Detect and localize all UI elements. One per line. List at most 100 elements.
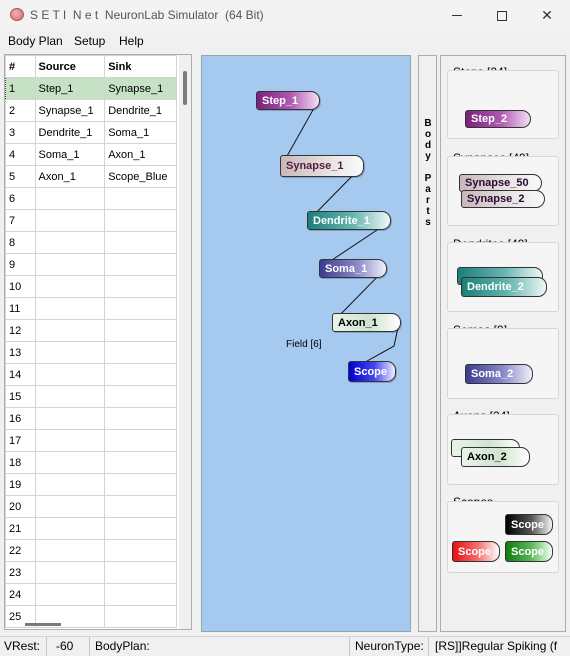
- cell-source[interactable]: [34, 209, 106, 232]
- table-row[interactable]: 10: [5, 275, 177, 298]
- table-row[interactable]: 12: [5, 319, 177, 342]
- menu-help[interactable]: Help: [119, 34, 144, 48]
- cell-number[interactable]: 16: [5, 407, 36, 430]
- cell-sink[interactable]: Axon_1: [104, 143, 177, 166]
- cell-sink[interactable]: [104, 451, 177, 474]
- table-row[interactable]: 23: [5, 561, 177, 584]
- body-plan-canvas[interactable]: Step_1 Synapse_1 Dendrite_1 Soma_1 Axon_…: [201, 55, 411, 632]
- cell-source[interactable]: [34, 561, 106, 584]
- table-row[interactable]: 19: [5, 473, 177, 496]
- cell-source[interactable]: [34, 429, 106, 452]
- cell-source[interactable]: [34, 253, 106, 276]
- cell-source[interactable]: Synapse_1: [34, 99, 106, 122]
- cell-number[interactable]: 3: [5, 121, 36, 144]
- table-row[interactable]: 1 Step_1 Synapse_1: [5, 77, 177, 100]
- cell-number[interactable]: 7: [5, 209, 36, 232]
- palette-scope-red[interactable]: Scope: [452, 541, 500, 562]
- cell-sink[interactable]: [104, 539, 177, 562]
- node-soma[interactable]: Soma_1: [319, 259, 387, 278]
- table-row[interactable]: 21: [5, 517, 177, 540]
- table-row[interactable]: 6: [5, 187, 177, 210]
- table-row[interactable]: 20: [5, 495, 177, 518]
- cell-number[interactable]: 19: [5, 473, 36, 496]
- table-row[interactable]: 4 Soma_1 Axon_1: [5, 143, 177, 166]
- cell-sink[interactable]: [104, 363, 177, 386]
- cell-number[interactable]: 10: [5, 275, 36, 298]
- table-row[interactable]: 24: [5, 583, 177, 606]
- cell-number[interactable]: 14: [5, 363, 36, 386]
- cell-sink[interactable]: [104, 253, 177, 276]
- cell-source[interactable]: [34, 341, 106, 364]
- cell-source[interactable]: [34, 517, 106, 540]
- cell-number[interactable]: 22: [5, 539, 36, 562]
- cell-source[interactable]: [34, 297, 106, 320]
- cell-number[interactable]: 21: [5, 517, 36, 540]
- header-sink[interactable]: Sink: [104, 55, 177, 78]
- cell-sink[interactable]: Dendrite_1: [104, 99, 177, 122]
- cell-source[interactable]: Dendrite_1: [34, 121, 106, 144]
- cell-sink[interactable]: [104, 605, 177, 628]
- cell-number[interactable]: 8: [5, 231, 36, 254]
- cell-sink[interactable]: Soma_1: [104, 121, 177, 144]
- cell-source[interactable]: Axon_1: [34, 165, 106, 188]
- cell-sink[interactable]: [104, 517, 177, 540]
- cell-number[interactable]: 23: [5, 561, 36, 584]
- palette-scope-green[interactable]: Scope: [505, 541, 553, 562]
- table-row[interactable]: 13: [5, 341, 177, 364]
- cell-source[interactable]: [34, 539, 106, 562]
- cell-source[interactable]: [34, 473, 106, 496]
- close-button[interactable]: ✕: [524, 0, 570, 31]
- palette-axon[interactable]: Axon_2: [461, 447, 530, 467]
- node-dendrite[interactable]: Dendrite_1: [307, 211, 391, 230]
- cell-number[interactable]: 13: [5, 341, 36, 364]
- cell-source[interactable]: [34, 583, 106, 606]
- cell-sink[interactable]: [104, 319, 177, 342]
- node-scope[interactable]: Scope: [348, 361, 396, 382]
- node-axon[interactable]: Axon_1: [332, 313, 401, 332]
- palette-dendrite[interactable]: Dendrite_2: [461, 277, 547, 297]
- cell-sink[interactable]: [104, 275, 177, 298]
- table-row[interactable]: 8: [5, 231, 177, 254]
- cell-number[interactable]: 17: [5, 429, 36, 452]
- table-row[interactable]: 11: [5, 297, 177, 320]
- cell-sink[interactable]: [104, 561, 177, 584]
- table-row[interactable]: 17: [5, 429, 177, 452]
- cell-number[interactable]: 12: [5, 319, 36, 342]
- cell-source[interactable]: Soma_1: [34, 143, 106, 166]
- cell-sink[interactable]: [104, 341, 177, 364]
- cell-source[interactable]: [34, 187, 106, 210]
- palette-synapse[interactable]: Synapse_2: [461, 190, 545, 208]
- body-parts-tab[interactable]: B o d y P a r t s: [418, 55, 437, 632]
- table-row[interactable]: 2 Synapse_1 Dendrite_1: [5, 99, 177, 122]
- table-row[interactable]: 22: [5, 539, 177, 562]
- scroll-thumb[interactable]: [183, 71, 187, 105]
- cell-sink[interactable]: [104, 429, 177, 452]
- table-row[interactable]: 7: [5, 209, 177, 232]
- cell-number[interactable]: 18: [5, 451, 36, 474]
- cell-source[interactable]: [34, 231, 106, 254]
- cell-sink[interactable]: [104, 495, 177, 518]
- cell-number[interactable]: 9: [5, 253, 36, 276]
- grid-vertical-scrollbar[interactable]: [179, 55, 191, 629]
- table-row[interactable]: 5 Axon_1 Scope_Blue: [5, 165, 177, 188]
- connection-grid[interactable]: # Source Sink 1 Step_1 Synapse_1 2 Synapse_1…: [4, 54, 192, 630]
- table-row[interactable]: 18: [5, 451, 177, 474]
- cell-source[interactable]: [34, 495, 106, 518]
- cell-sink[interactable]: [104, 209, 177, 232]
- table-row[interactable]: 3 Dendrite_1 Soma_1: [5, 121, 177, 144]
- node-step[interactable]: Step_1: [256, 91, 320, 110]
- menu-body-plan[interactable]: Body Plan: [8, 34, 63, 48]
- cell-source[interactable]: Step_1: [34, 77, 106, 100]
- cell-sink[interactable]: [104, 583, 177, 606]
- palette-soma[interactable]: Soma_2: [465, 364, 533, 384]
- cell-sink[interactable]: Synapse_1: [104, 77, 177, 100]
- cell-number[interactable]: 6: [5, 187, 36, 210]
- cell-number[interactable]: 1: [5, 77, 36, 100]
- cell-source[interactable]: [34, 407, 106, 430]
- cell-sink[interactable]: Scope_Blue: [104, 165, 177, 188]
- cell-number[interactable]: 15: [5, 385, 36, 408]
- cell-number[interactable]: 24: [5, 583, 36, 606]
- table-row[interactable]: 9: [5, 253, 177, 276]
- node-synapse[interactable]: Synapse_1: [280, 155, 364, 177]
- minimize-button[interactable]: [434, 0, 480, 31]
